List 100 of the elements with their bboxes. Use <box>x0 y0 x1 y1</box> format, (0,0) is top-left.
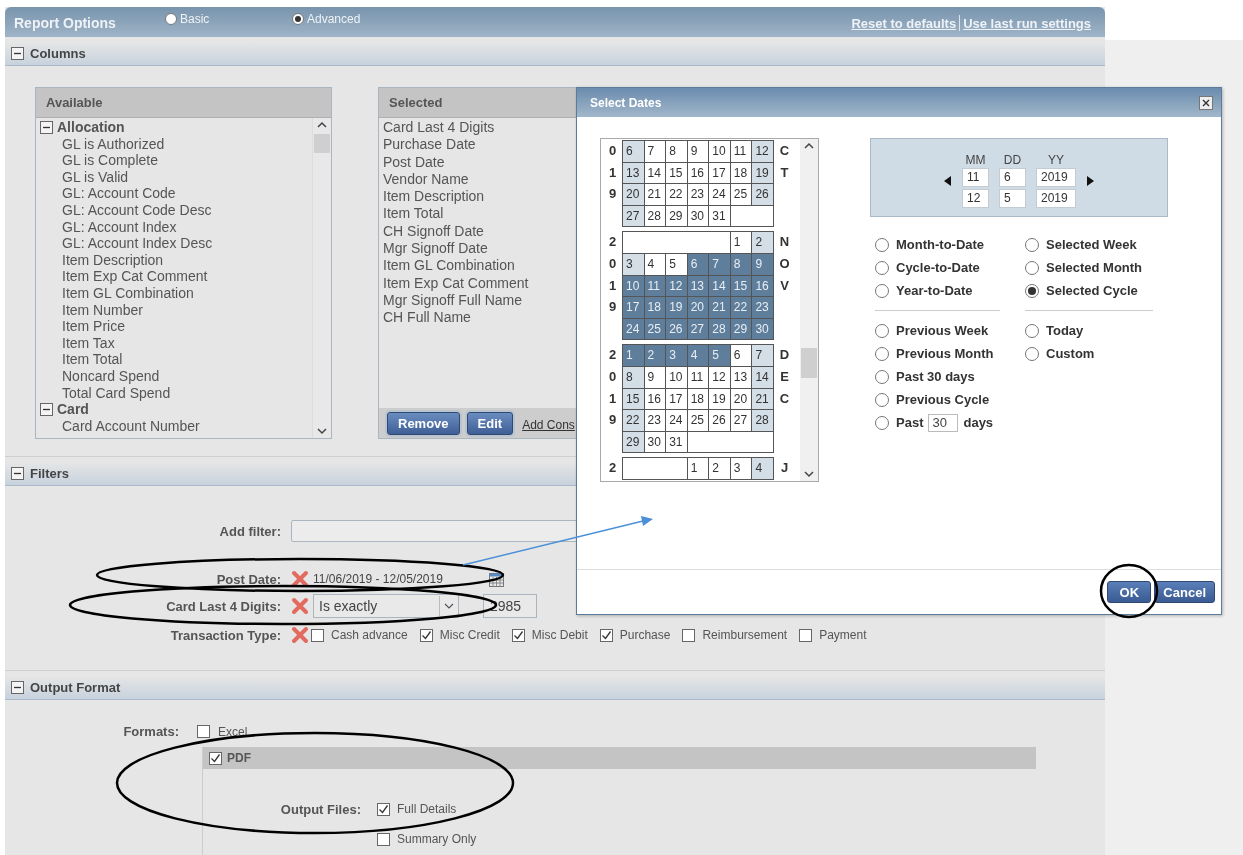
next-arrow-icon[interactable] <box>1086 175 1094 186</box>
calendar-day[interactable]: 21 <box>709 297 731 319</box>
input-field[interactable]: 5 <box>999 188 1026 208</box>
calendar-day[interactable]: 28 <box>752 410 774 432</box>
calendar-day[interactable]: 29 <box>666 205 688 228</box>
radio-button[interactable] <box>1025 237 1039 252</box>
list-item[interactable]: GL is Complete <box>40 152 312 169</box>
calendar-day[interactable]: 15 <box>623 388 645 411</box>
radio-button[interactable] <box>1025 346 1039 361</box>
calendar-day[interactable]: 10 <box>709 141 731 163</box>
calendar-day[interactable]: 23 <box>687 184 710 206</box>
list-item[interactable]: Item GL Combination <box>40 284 312 302</box>
calendar-day[interactable]: 31 <box>709 205 731 228</box>
scrollbar[interactable] <box>800 139 818 481</box>
calendar-day[interactable]: 24 <box>666 410 688 432</box>
close-button[interactable] <box>1199 95 1213 110</box>
radio-button[interactable] <box>1025 260 1039 275</box>
calendar-day[interactable]: 2 <box>644 345 667 367</box>
calendar-day[interactable]: 7 <box>644 141 667 163</box>
calendar-day[interactable]: 19 <box>752 162 774 185</box>
calendar-day[interactable]: 7 <box>752 345 774 367</box>
calendar-day[interactable]: 10 <box>666 366 688 389</box>
calendar-day[interactable]: 14 <box>752 366 774 389</box>
link[interactable]: Add Cons <box>522 418 575 432</box>
checkbox[interactable] <box>311 628 324 642</box>
dialog-button[interactable]: OK <box>1107 581 1152 603</box>
remove-filter-icon[interactable] <box>291 570 309 588</box>
calendar-day[interactable]: 2 <box>709 458 731 480</box>
checkbox[interactable] <box>419 628 433 642</box>
list-item[interactable]: GL is Authorized <box>40 135 312 153</box>
checkbox[interactable] <box>599 628 613 642</box>
calendar-day[interactable]: 6 <box>623 141 645 163</box>
calendar-day[interactable]: 17 <box>666 388 688 411</box>
calendar-day[interactable]: 1 <box>623 345 645 367</box>
radio-button[interactable] <box>875 283 889 298</box>
input-field[interactable]: 2019 <box>1036 188 1076 208</box>
calendar-day[interactable]: 8 <box>666 141 688 163</box>
list-item[interactable]: GL: Account Code <box>40 185 312 202</box>
calendar-day[interactable]: 12 <box>666 275 688 298</box>
calendar-day[interactable]: 29 <box>623 431 645 454</box>
calendar-day[interactable]: 22 <box>666 184 688 206</box>
group-label[interactable]: Allocation <box>57 119 125 136</box>
calendar-day[interactable]: 25 <box>730 184 753 206</box>
calendar-day[interactable]: 27 <box>623 205 645 228</box>
scrollbar-thumb[interactable] <box>801 348 817 378</box>
radio-button[interactable] <box>1025 283 1039 298</box>
calendar-day[interactable]: 15 <box>666 162 688 185</box>
section-header[interactable]: Output Format <box>5 676 1105 700</box>
list-item[interactable]: Item Total <box>40 351 312 368</box>
radio-button[interactable] <box>292 13 304 25</box>
collapse-icon[interactable] <box>11 47 24 60</box>
calendar-day[interactable]: 10 <box>623 275 645 298</box>
input-field[interactable]: 2019 <box>1036 167 1076 187</box>
input-field[interactable]: 12 <box>962 188 989 208</box>
list-item[interactable]: GL: Account Index <box>40 218 312 236</box>
calendar-day[interactable]: 1 <box>730 232 753 254</box>
calendar-day[interactable]: 22 <box>623 410 645 432</box>
section-header[interactable]: Columns <box>5 42 1105 66</box>
scrollbar-thumb[interactable] <box>314 134 330 153</box>
calendar-day[interactable]: 20 <box>623 184 645 206</box>
calendar-day[interactable]: 19 <box>666 297 688 319</box>
calendar-day[interactable]: 16 <box>752 275 774 298</box>
checkbox[interactable] <box>799 628 813 642</box>
calendar-day[interactable]: 1 <box>687 458 710 480</box>
checkbox[interactable] <box>511 628 525 642</box>
calendar-day[interactable]: 3 <box>666 345 688 367</box>
dialog-button[interactable]: Cancel <box>1154 581 1215 603</box>
list-item[interactable]: GL is Valid <box>40 168 312 186</box>
radio-button[interactable] <box>875 323 889 338</box>
list-item[interactable]: GL: Account Index Desc <box>40 235 312 252</box>
list-item[interactable]: Noncard Spend <box>40 367 312 385</box>
calendar-day[interactable]: 24 <box>623 318 645 341</box>
list-item[interactable]: Item Exp Cat Comment <box>40 268 312 285</box>
calendar-day[interactable]: 4 <box>687 345 710 367</box>
calendar-day[interactable]: 23 <box>644 410 667 432</box>
calendar-day[interactable]: 28 <box>709 318 731 341</box>
calendar-day[interactable]: 27 <box>730 410 753 432</box>
calendar-day[interactable]: 18 <box>644 297 667 319</box>
calendar-day[interactable]: 24 <box>709 184 731 206</box>
previous-arrow-icon[interactable] <box>944 175 952 186</box>
radio-button[interactable] <box>875 415 889 430</box>
calendar-day[interactable]: 6 <box>730 345 753 367</box>
calendar-day[interactable]: 26 <box>752 184 774 206</box>
calendar-day[interactable]: 19 <box>709 388 731 411</box>
calendar-day[interactable]: 26 <box>666 318 688 341</box>
calendar-day[interactable]: 23 <box>752 297 774 319</box>
radio-button[interactable] <box>875 237 889 252</box>
calendar-day[interactable]: 20 <box>687 297 710 319</box>
radio-button[interactable] <box>875 260 889 275</box>
calendar-day[interactable]: 14 <box>709 275 731 298</box>
radio-button[interactable] <box>875 392 889 407</box>
calendar-day[interactable]: 22 <box>730 297 753 319</box>
checkbox[interactable] <box>377 802 390 816</box>
radio-button[interactable] <box>875 369 889 384</box>
input-field[interactable]: 11 <box>962 167 989 187</box>
calendar-day[interactable]: 7 <box>709 253 731 276</box>
radio-button[interactable] <box>165 13 177 25</box>
list-item[interactable]: Item Tax <box>40 334 312 352</box>
list-item[interactable]: GL: Account Code Desc <box>40 201 312 219</box>
collapse-icon[interactable] <box>11 681 24 694</box>
